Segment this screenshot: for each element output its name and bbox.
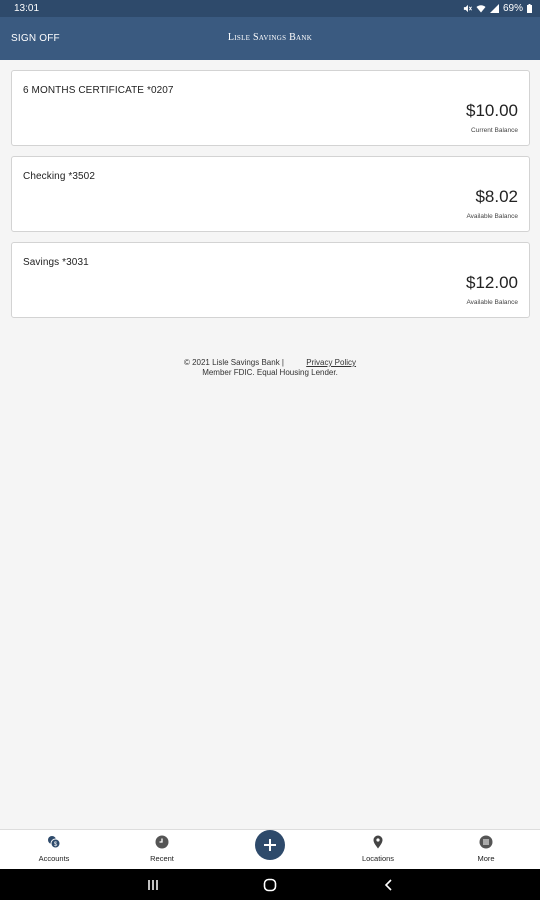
more-icon [479,835,493,849]
tab-bar: $ Accounts Recent Locations More [0,829,540,869]
page-title: Lisle Savings Bank [227,32,313,43]
wifi-icon [476,5,486,13]
account-card-checking[interactable]: Checking *3502 $8.02 Available Balance [11,156,530,232]
battery-icon [527,4,532,13]
back-icon[interactable] [381,877,397,893]
balance-label: Available Balance [466,213,518,220]
account-balance: $10.00 [466,101,518,120]
add-button[interactable] [255,830,285,860]
app-header: SIGN OFF Lisle Savings Bank [0,17,540,60]
footer: © 2021 Lisle Savings Bank | Privacy Poli… [0,358,540,378]
balance-label: Current Balance [471,127,518,134]
account-name: Checking *3502 [23,171,96,182]
tab-label: Locations [361,854,395,863]
battery-percent: 69% [502,3,523,14]
account-card-savings[interactable]: Savings *3031 $12.00 Available Balance [11,242,530,318]
account-name: 6 MONTHS CERTIFICATE *0207 [23,85,174,96]
tab-more[interactable]: More [446,830,526,870]
status-icons: 69% [463,3,532,14]
account-balance: $8.02 [475,187,518,206]
tab-recent[interactable]: Recent [122,830,202,870]
location-pin-icon [373,835,383,849]
tab-accounts[interactable]: $ Accounts [14,830,94,870]
system-nav-bar [0,869,540,900]
signal-icon [489,4,499,13]
recent-apps-icon[interactable] [145,877,161,893]
mute-icon [463,4,472,13]
account-list: 6 MONTHS CERTIFICATE *0207 $10.00 Curren… [11,70,530,328]
copyright-text: © 2021 Lisle Savings Bank | [183,358,284,367]
account-name: Savings *3031 [23,257,89,268]
tab-locations[interactable]: Locations [338,830,418,870]
balance-label: Available Balance [466,299,518,306]
plus-icon [264,839,276,851]
accounts-icon: $ [48,836,61,849]
home-icon[interactable] [262,877,278,893]
footer-line-1: © 2021 Lisle Savings Bank | Privacy Poli… [0,358,540,368]
account-card-certificate[interactable]: 6 MONTHS CERTIFICATE *0207 $10.00 Curren… [11,70,530,146]
privacy-policy-link[interactable]: Privacy Policy [306,358,356,367]
clock-icon [155,835,169,849]
status-bar: 13:01 69% [0,0,540,17]
status-time: 13:01 [14,3,40,14]
account-balance: $12.00 [466,273,518,292]
tab-label: Recent [150,854,174,863]
tab-label: More [477,854,495,863]
tab-label: Accounts [38,854,70,863]
member-fdic-text: Member FDIC. Equal Housing Lender. [202,368,338,377]
